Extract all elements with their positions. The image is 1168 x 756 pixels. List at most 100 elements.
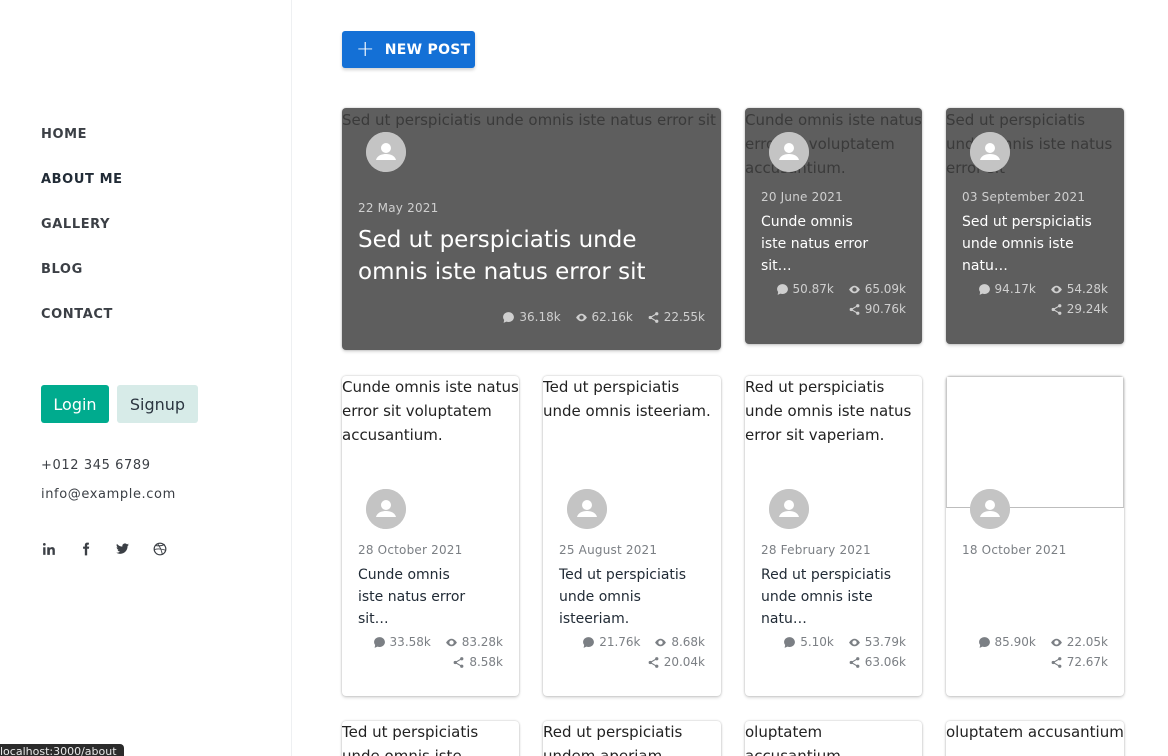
views-stat: 53.79k [848,632,906,652]
comment-icon [583,636,595,648]
nav-item-contact[interactable]: CONTACT [41,306,123,351]
shares-stat: 29.24k [1050,299,1108,319]
share-icon [849,656,860,668]
share-icon [648,311,659,323]
login-button[interactable]: Login [41,385,109,423]
post-card[interactable]: oluptatem accusantium [745,721,922,756]
comments-stat: 85.90k [978,632,1036,652]
new-post-label: NEW POST [384,41,471,58]
post-card[interactable]: Red ut perspiciatis undem aperiam [543,721,721,756]
post-date: 28 February 2021 [761,543,871,557]
shares-stat: 72.67k [1050,652,1108,672]
comment-icon [373,636,385,648]
shares-stat: 63.06k [848,652,906,672]
nav-item-blog[interactable]: BLOG [41,261,123,306]
post-date: 28 October 2021 [358,543,463,557]
post-title[interactable]: Ted ut perspiciatis unde omnis isteeriam… [559,564,709,630]
post-image-alt: Ted ut perspiciatis unde omnis iste [342,723,479,756]
comment-icon [978,283,990,295]
shares-stat: 22.55k [647,307,705,327]
nav-item-gallery[interactable]: GALLERY [41,216,123,261]
post-date: 22 May 2021 [358,201,439,215]
share-icon [1051,303,1062,315]
post-title[interactable]: Cunde omnis iste natus error sit… [761,211,881,277]
post-card[interactable]: oluptatem accusantium [946,721,1124,756]
avatar[interactable] [970,489,1010,529]
eye-icon [445,638,457,646]
views-stat: 65.09k [848,279,906,299]
avatar[interactable] [366,132,406,172]
avatar[interactable] [567,489,607,529]
post-title[interactable]: Cunde omnis iste natus error sit… [358,564,478,630]
nav-item-home[interactable]: HOME [41,126,123,171]
post-title[interactable]: Sed ut perspiciatis unde omnis iste natu… [358,224,698,288]
post-title[interactable]: Red ut perspiciatis unde omnis iste natu… [761,564,911,630]
avatar[interactable] [366,489,406,529]
post-date: 25 August 2021 [559,543,658,557]
status-bar-url: localhost:3000/about [0,744,124,756]
post-stats: 21.76k 8.68k 20.04k [555,632,705,672]
social-links [41,541,167,556]
post-date: 18 October 2021 [962,543,1067,557]
post-card[interactable]: Red ut perspiciatis unde omnis iste natu… [745,376,922,696]
main-nav: HOME ABOUT ME GALLERY BLOG CONTACT [41,126,123,351]
comment-icon [784,636,796,648]
comment-icon [978,636,990,648]
nav-item-about-me[interactable]: ABOUT ME [41,171,123,216]
comment-icon [503,311,515,323]
post-image-alt: Sed ut perspiciatis unde omnis iste natu… [342,111,716,129]
post-stats: 5.10k 53.79k 63.06k [756,632,906,672]
email-address: info@example.com [41,487,176,502]
post-image-alt: Cunde omnis iste natus error sit volupta… [342,378,519,444]
post-date: 03 September 2021 [962,190,1086,204]
share-icon [648,656,659,668]
comments-stat: 36.18k [502,307,561,327]
post-stats: 50.87k 65.09k 90.76k [756,279,906,319]
avatar[interactable] [970,132,1010,172]
post-card[interactable]: Ted ut perspiciatis unde omnis iste [342,721,519,756]
comments-stat: 33.58k [373,632,431,652]
featured-post-card[interactable]: Cunde omnis iste natus error sit volupta… [745,108,922,344]
eye-icon [848,285,860,293]
post-stats: 33.58k 83.28k 8.58k [353,632,503,672]
avatar[interactable] [769,132,809,172]
new-post-button[interactable]: + NEW POST [342,31,475,68]
featured-post-card[interactable]: Sed ut perspiciatis unde omnis iste natu… [342,108,721,350]
views-stat: 62.16k [575,307,633,327]
linkedin-icon[interactable] [41,541,56,556]
share-icon [453,656,464,668]
post-card[interactable]: Cunde omnis iste natus error sit volupta… [342,376,519,696]
eye-icon [655,638,667,646]
post-title[interactable]: Sed ut perspiciatis unde omnis iste natu… [962,211,1112,277]
post-card[interactable]: Ted ut perspiciatis unde omnis isteeriam… [543,376,721,696]
signup-button[interactable]: Signup [117,385,198,423]
dribbble-icon[interactable] [152,541,167,556]
eye-icon [1050,285,1062,293]
views-stat: 8.68k [654,632,705,652]
comments-stat: 94.17k [978,279,1036,299]
post-image-alt: oluptatem accusantium [745,723,841,756]
post-image-alt: Ted ut perspiciatis unde omnis isteeriam… [543,378,711,420]
eye-icon [848,638,860,646]
comments-stat: 5.10k [783,632,834,652]
comment-icon [776,283,788,295]
shares-stat: 20.04k [647,652,705,672]
post-stats: 94.17k 54.28k 29.24k [958,279,1108,319]
post-stats: 85.90k 22.05k 72.67k [958,632,1108,672]
eye-icon [575,313,587,321]
phone-number: +012 345 6789 [41,458,151,473]
avatar[interactable] [769,489,809,529]
post-card[interactable]: 18 October 2021 85.90k 22.05k 72.67k [946,376,1124,696]
plus-icon: + [356,36,375,62]
contact-info: +012 345 6789 info@example.com [41,458,176,516]
views-stat: 22.05k [1050,632,1108,652]
facebook-icon[interactable] [78,541,93,556]
post-image-alt: oluptatem accusantium [946,723,1124,741]
comments-stat: 21.76k [582,632,641,652]
sidebar: HOME ABOUT ME GALLERY BLOG CONTACT Login… [0,0,292,756]
shares-stat: 90.76k [848,299,906,319]
featured-post-card[interactable]: Sed ut perspiciatis unde omnis iste natu… [946,108,1124,344]
twitter-icon[interactable] [115,541,130,556]
post-date: 20 June 2021 [761,190,843,204]
share-icon [849,303,860,315]
